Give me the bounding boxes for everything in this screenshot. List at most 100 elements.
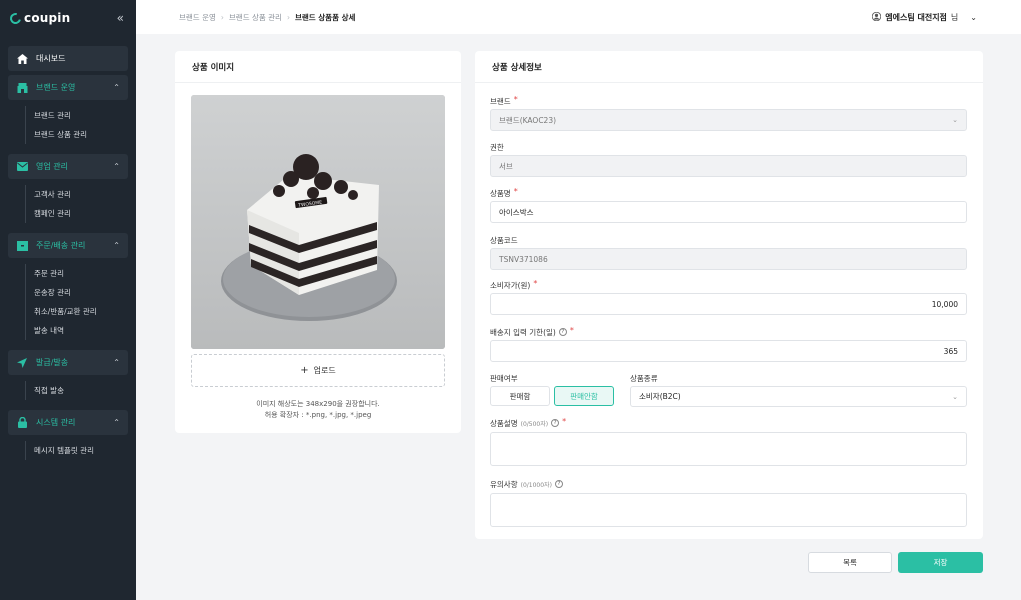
breadcrumb-item[interactable]: 브랜드 운영: [179, 12, 216, 23]
sidebar-item-order-manage[interactable]: 주문 관리: [8, 264, 128, 283]
sidebar-group-label: 발급/발송: [36, 358, 69, 367]
sidebar-item-message-template[interactable]: 메시지 템플릿 관리: [8, 441, 128, 460]
permission-value: 서브: [499, 161, 513, 171]
price-input[interactable]: 10,000: [490, 293, 967, 315]
sale-off-button[interactable]: 판매안함: [554, 386, 614, 406]
send-icon: [16, 357, 28, 369]
upload-hint-resolution: 이미지 해상도는 348x290을 권장합니다.: [256, 400, 380, 408]
sidebar-group-orders[interactable]: 주문/배송 관리 ⌃: [8, 233, 128, 258]
sale-status-label: 판매여부: [490, 373, 518, 383]
upload-hint: 이미지 해상도는 348x290을 권장합니다. 허용 확장자 : *.png,…: [175, 399, 461, 421]
brand-select[interactable]: 브랜드(KAOC23) ⌄: [490, 109, 967, 131]
product-code-label: 상품코드: [490, 235, 518, 245]
box-icon: [16, 240, 28, 252]
sidebar: coupin « 대시보드 브랜드 운영 ⌃ 브랜드 관리 브랜드 상품 관리 …: [0, 0, 136, 600]
required-mark: *: [533, 278, 538, 288]
card-title: 상품 이미지: [175, 51, 461, 83]
notes-counter: (0/1000자): [520, 481, 552, 489]
mail-icon: [16, 161, 28, 173]
logo[interactable]: coupin: [7, 10, 71, 26]
sidebar-menu: 대시보드 브랜드 운영 ⌃ 브랜드 관리 브랜드 상품 관리 영업 관리 ⌃ 고…: [0, 36, 136, 466]
store-icon: [16, 82, 28, 94]
chevron-up-icon: ⌃: [113, 162, 120, 171]
save-button[interactable]: 저장: [898, 552, 983, 573]
user-menu[interactable]: 엠에스팀 대전지점 님 ⌄: [872, 11, 977, 23]
user-avatar-icon: [872, 11, 882, 23]
plus-icon: +: [300, 364, 309, 376]
chevron-down-icon: ⌄: [952, 116, 958, 124]
sidebar-item-brand-product[interactable]: 브랜드 상품 관리: [8, 125, 128, 144]
chevron-down-icon: ⌄: [952, 392, 958, 401]
permission-input: 서브: [490, 155, 967, 177]
description-counter: (0/500자): [520, 420, 549, 428]
product-type-value: 소비자(B2C): [639, 392, 681, 401]
breadcrumb-item[interactable]: 브랜드 상품 관리: [229, 12, 282, 23]
notes-label: 유의사항: [490, 479, 518, 489]
sidebar-item-cancel-return[interactable]: 취소/반품/교환 관리: [8, 302, 128, 321]
sidebar-group-label: 시스템 관리: [36, 418, 76, 427]
sale-on-button[interactable]: 판매함: [490, 386, 550, 406]
collapse-sidebar-icon[interactable]: «: [117, 12, 124, 24]
sidebar-item-clients[interactable]: 고객사 관리: [8, 185, 128, 204]
product-code-value: TSNV371086: [499, 254, 548, 264]
notes-textarea[interactable]: [490, 493, 967, 527]
breadcrumb: 브랜드 운영 › 브랜드 상품 관리 › 브랜드 상품품 상세: [179, 12, 355, 23]
sidebar-group-label: 브랜드 운영: [36, 83, 76, 92]
sidebar-item-brand-manage[interactable]: 브랜드 관리: [8, 106, 128, 125]
sale-status-field: 판매여부 판매함 판매안함: [490, 372, 615, 406]
required-mark: *: [513, 186, 518, 196]
breadcrumb-separator-icon: ›: [220, 12, 224, 22]
logo-row: coupin «: [0, 0, 136, 36]
description-textarea[interactable]: [490, 432, 967, 466]
deadline-input[interactable]: 365: [490, 340, 967, 362]
sidebar-group-sales[interactable]: 영업 관리 ⌃: [8, 154, 128, 179]
help-icon[interactable]: ?: [551, 419, 560, 427]
chevron-up-icon: ⌃: [113, 241, 120, 250]
product-type-select[interactable]: 소비자(B2C) ⌄: [630, 386, 967, 407]
help-icon[interactable]: ?: [554, 480, 563, 488]
sale-status-toggle: 판매함 판매안함: [490, 386, 615, 406]
description-label: 상품설명: [490, 418, 518, 428]
product-code-input: TSNV371086: [490, 248, 967, 270]
list-button[interactable]: 목록: [808, 552, 892, 573]
description-field: 상품설명 (0/500자)? *: [490, 417, 967, 466]
upload-button[interactable]: + 업로드: [191, 354, 445, 387]
user-suffix: 님: [950, 12, 959, 22]
price-field: 소비자가(원) * 10,000: [490, 279, 967, 315]
notes-field: 유의사항 (0/1000자)?: [490, 478, 967, 527]
help-icon[interactable]: ?: [558, 328, 567, 336]
logo-text: coupin: [24, 11, 71, 25]
required-mark: *: [569, 325, 574, 335]
required-mark: *: [513, 94, 518, 104]
brand-label: 브랜드: [490, 96, 511, 106]
logo-mark-icon: [7, 10, 24, 26]
deadline-label: 배송지 입력 기한(일): [490, 327, 556, 337]
chevron-down-icon[interactable]: ⌄: [970, 13, 977, 22]
product-type-field: 상품종류 소비자(B2C) ⌄: [630, 372, 967, 407]
product-code-field: 상품코드 TSNV371086: [490, 234, 967, 270]
card-title: 상품 상세정보: [475, 51, 983, 83]
chevron-up-icon: ⌃: [113, 83, 120, 92]
sidebar-item-waybill[interactable]: 운송장 관리: [8, 283, 128, 302]
sidebar-item-label: 대시보드: [36, 54, 66, 63]
chevron-up-icon: ⌃: [113, 418, 120, 427]
upload-hint-extensions: 허용 확장자 : *.png, *.jpg, *.jpeg: [264, 411, 372, 419]
permission-label: 권한: [490, 142, 504, 152]
breadcrumb-separator-icon: ›: [286, 12, 290, 22]
breadcrumb-current: 브랜드 상품품 상세: [294, 12, 356, 22]
brand-field: 브랜드 * 브랜드(KAOC23) ⌄: [490, 95, 967, 131]
sidebar-item-dashboard[interactable]: 대시보드: [8, 46, 128, 71]
sidebar-item-shipping-history[interactable]: 발송 내역: [8, 321, 128, 340]
sidebar-item-direct-send[interactable]: 직접 발송: [8, 381, 128, 400]
lock-icon: [16, 417, 28, 429]
sidebar-group-issue[interactable]: 발급/발송 ⌃: [8, 350, 128, 375]
sidebar-group-brand[interactable]: 브랜드 운영 ⌃: [8, 75, 128, 100]
required-mark: *: [562, 416, 567, 426]
product-detail-card: 상품 상세정보 브랜드 * 브랜드(KAOC23) ⌄ 권한 서브 상품명 * 아이…: [475, 51, 983, 539]
product-name-value: 아이스박스: [499, 207, 534, 217]
top-header: 브랜드 운영 › 브랜드 상품 관리 › 브랜드 상품품 상세 엠에스팀 대전지…: [136, 0, 1021, 34]
sidebar-item-campaigns[interactable]: 캠페인 관리: [8, 204, 128, 223]
sidebar-group-system[interactable]: 시스템 관리 ⌃: [8, 410, 128, 435]
product-name-input[interactable]: 아이스박스: [490, 201, 967, 223]
price-value: 10,000: [931, 299, 958, 309]
